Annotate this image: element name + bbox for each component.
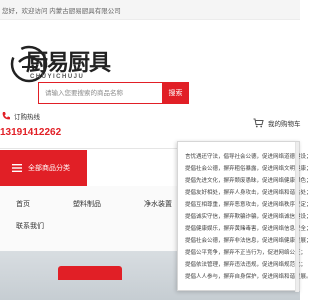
brand-name: 厨易厨具 (26, 51, 111, 76)
notice-line: 提倡社会公德，摒弃非法信息，促进网络健康发展； (185, 238, 312, 244)
notice-line: 提倡人人参与，摒弃自身保护，促进网络和谐发展。 (185, 274, 312, 280)
cart-label: 我的购物车 (268, 121, 301, 128)
notice-line: 提倡友好相处，摒弃人身攻击，促进网络和谐共处； (185, 190, 312, 196)
notice-line: 提倡依法管理，摒弃违法违规，促进网络规范化； (185, 262, 307, 268)
popup-scrollbar[interactable] (295, 142, 299, 292)
notice-line: 言忧遇还守法，倡导社会公德，促进网络道德建设； (185, 154, 312, 160)
welcome-text: 您好，欢迎访问 内蒙古厨易厨具有限公司 (2, 8, 121, 15)
notice-line: 提倡社会公德，摒弃粗俗暴露，促进网络文明健康； (185, 166, 312, 172)
cart-icon (253, 118, 264, 128)
notice-line: 提倡先进文化，摒弃颓废愚昧，促进网络健康绿色； (185, 178, 312, 184)
hotline: 订购热线 (0, 111, 40, 121)
notice-line: 提倡诚实守信，摒弃欺骗诈骗，促进网络诚信建设； (185, 214, 312, 220)
category-menu-button[interactable]: 全部商品分类 (0, 150, 87, 186)
brand-name-en: CHUYICHUJU (30, 74, 85, 80)
nav-item-home[interactable]: 首页 (16, 199, 30, 209)
banner-tag[interactable] (58, 266, 122, 280)
nav-item-plastic[interactable]: 塑料制品 (73, 199, 101, 209)
phone-icon (2, 112, 10, 120)
notice-line: 提倡健康娱乐，摒弃黄赌毒害，促进网络信息安全； (185, 226, 312, 232)
hotline-label: 订购热线 (14, 114, 40, 121)
menu-icon (12, 164, 22, 172)
nav-item-contact[interactable]: 联系我们 (16, 221, 44, 231)
hotline-number: 13191412262 (0, 127, 62, 138)
category-label: 全部商品分类 (28, 165, 70, 172)
notice-line: 提倡互相尊重，摒弃恶意攻击，促进网络秩序安定； (185, 202, 312, 208)
nav-item-water[interactable]: 净水装置 (144, 199, 172, 209)
search-button[interactable]: 搜索 (162, 82, 189, 104)
notice-line: 提倡公平竞争，摒弃不正当行为，促进网络公正； (185, 250, 307, 256)
main-nav: 首页 塑料制品 净水装置 联系我们 (0, 186, 185, 251)
top-bar: 您好，欢迎访问 内蒙古厨易厨具有限公司 (0, 0, 300, 20)
notice-popup: 言忧遇还守法，倡导社会公德，促进网络道德建设； 提倡社会公德，摒弃粗俗暴露，促进… (177, 141, 312, 292)
search-input[interactable] (39, 83, 159, 103)
cart-button[interactable]: 我的购物车 (253, 118, 301, 128)
search-box: 搜索 (38, 82, 189, 104)
